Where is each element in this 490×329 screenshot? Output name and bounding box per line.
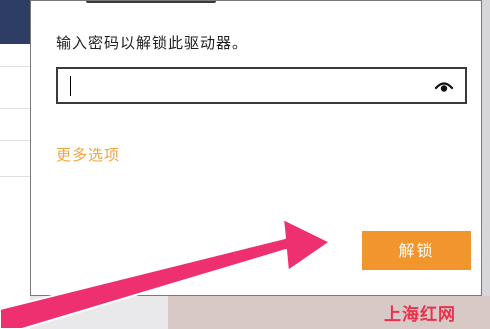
watermark: 上海红网 (384, 305, 456, 325)
annotation-arrow (0, 218, 331, 329)
